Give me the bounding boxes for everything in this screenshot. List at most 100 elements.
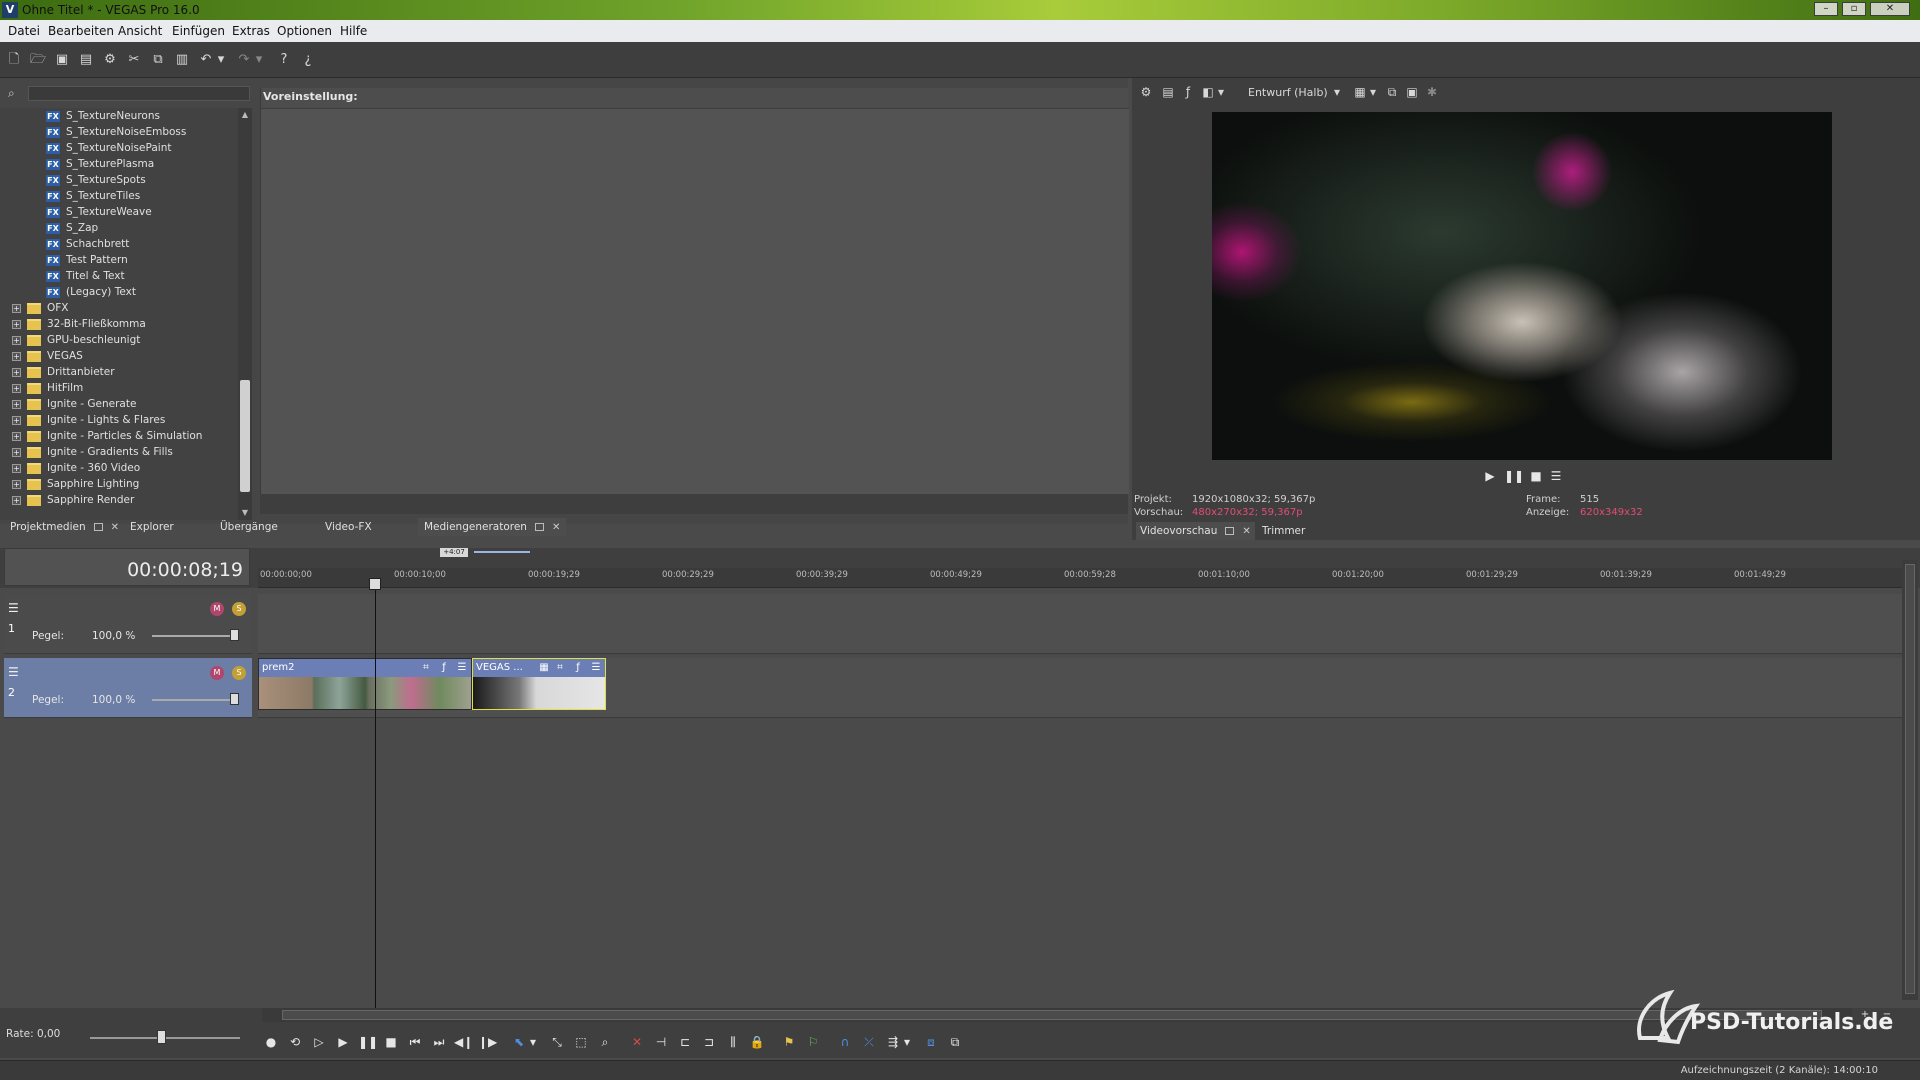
track-header-2[interactable]: ☰ 2 M S Pegel: 100,0 % (4, 658, 252, 718)
playhead-line[interactable] (375, 588, 376, 1008)
menu-ansicht[interactable]: Ansicht (118, 24, 162, 38)
auto-crossfade-icon[interactable]: ⤫ (860, 1033, 878, 1051)
expand-plus-icon[interactable]: + (12, 447, 21, 457)
tree-folder[interactable]: + Ignite - Generate (12, 398, 136, 414)
tree-item[interactable]: FX Schachbrett (46, 238, 129, 254)
event-fx-icon[interactable]: ƒ (571, 661, 585, 675)
tree-item[interactable]: FX (Legacy) Text (46, 286, 136, 302)
redo-icon[interactable]: ↷ (236, 52, 252, 68)
expand-plus-icon[interactable]: + (12, 479, 21, 489)
pause-icon[interactable]: ❚❚ (1504, 468, 1524, 484)
normal-edit-tool-icon[interactable]: ⬉ (510, 1033, 528, 1051)
close-icon[interactable]: ✕ (552, 522, 560, 533)
timeline-horizontal-scrollbar[interactable] (262, 1008, 1852, 1022)
trim-end-icon[interactable]: ⊐ (700, 1033, 718, 1051)
play-from-start-icon[interactable]: ▷ (310, 1033, 328, 1051)
tree-item[interactable]: FX S_TextureSpots (46, 174, 146, 190)
tree-folder[interactable]: + Drittanbieter (12, 366, 115, 382)
overlays-grid-icon[interactable]: ▦ (1352, 84, 1368, 100)
tree-folder[interactable]: + VEGAS (12, 350, 83, 366)
level-slider[interactable] (152, 699, 232, 701)
expand-plus-icon[interactable]: + (12, 303, 21, 313)
expand-plus-icon[interactable]: + (12, 495, 21, 505)
insert-marker-icon[interactable]: ⚑ (780, 1033, 798, 1051)
close-button[interactable]: ✕ (1870, 2, 1910, 16)
undock-icon[interactable] (1225, 527, 1235, 535)
tree-folder[interactable]: + Ignite - 360 Video (12, 462, 140, 478)
expand-plus-icon[interactable]: + (12, 415, 21, 425)
whats-this-help-icon[interactable]: ¿ (300, 52, 316, 68)
ripple-dropdown-icon[interactable]: ▾ (902, 1033, 912, 1051)
go-to-start-icon[interactable]: ⏮ (406, 1033, 424, 1051)
undo-dropdown-icon[interactable]: ▾ (216, 52, 226, 68)
tree-folder[interactable]: + Ignite - Gradients & Fills (12, 446, 173, 462)
level-slider-knob[interactable] (230, 693, 239, 705)
scroll-up-icon[interactable]: ▲ (238, 108, 252, 122)
tree-item[interactable]: FX S_TextureNoisePaint (46, 142, 171, 158)
preview-device-icon[interactable]: ▤ (1160, 84, 1176, 100)
preview-quality-select[interactable]: Entwurf (Halb) (1248, 86, 1328, 99)
expand-plus-icon[interactable]: + (12, 463, 21, 473)
envelope-tool-icon[interactable]: ⤡ (548, 1033, 566, 1051)
tab-video-fx[interactable]: Video-FX (325, 518, 372, 536)
tree-search-input[interactable] (28, 86, 250, 101)
loop-playback-icon[interactable]: ⟲ (286, 1033, 304, 1051)
split-icon[interactable]: ⫼ (724, 1033, 742, 1051)
track-header-1[interactable]: ☰ 1 M S Pegel: 100,0 % (4, 594, 252, 654)
insert-region-icon[interactable]: ⚐ (804, 1033, 822, 1051)
tree-folder[interactable]: +32-Bit-Fließkomma (12, 318, 146, 334)
play-icon[interactable]: ▶ (1482, 468, 1498, 484)
expand-plus-icon[interactable]: + (12, 351, 21, 361)
track-menu-icon[interactable]: ☰ (8, 666, 22, 678)
copy-snapshot-icon[interactable]: ⧉ (1384, 84, 1400, 100)
tree-folder[interactable]: + Sapphire Render (12, 494, 134, 510)
pan-crop-icon[interactable]: ⌗ (419, 661, 433, 675)
tab-mediengeneratoren[interactable]: Mediengeneratoren ✕ (418, 518, 567, 536)
pause-icon[interactable]: ❚❚ (358, 1033, 378, 1051)
expand-plus-icon[interactable]: + (12, 319, 21, 329)
maximize-button[interactable]: ▫ (1842, 2, 1866, 16)
copy-icon[interactable]: ⧉ (150, 52, 166, 68)
preset-list[interactable] (261, 108, 1129, 494)
scrollbar-thumb[interactable] (282, 1010, 1822, 1020)
save-snapshot-icon[interactable]: ▣ (1404, 84, 1420, 100)
solo-icon[interactable]: S (232, 602, 246, 616)
help-icon[interactable]: ? (276, 52, 292, 68)
menu-einfuegen[interactable]: Einfügen (172, 24, 225, 38)
tree-folder[interactable]: + Ignite - Particles & Simulation (12, 430, 202, 446)
tree-item[interactable]: FX S_TexturePlasma (46, 158, 154, 174)
lock-envelopes-icon[interactable]: ⧈ (922, 1033, 940, 1051)
snapping-magnet-icon[interactable]: ∩ (836, 1033, 854, 1051)
new-file-icon[interactable]: 🗋 (6, 52, 22, 68)
auto-ripple-icon[interactable]: ⇶ (884, 1033, 902, 1051)
video-clip-vegas-generator[interactable]: VEGAS ... ▦ ⌗ ƒ ☰ (472, 658, 606, 710)
menu-extras[interactable]: Extras (232, 24, 270, 38)
tab-projektmedien[interactable]: Projektmedien ✕ (10, 518, 119, 536)
stop-icon[interactable]: ■ (382, 1033, 400, 1051)
scrollbar-thumb[interactable] (1905, 564, 1915, 994)
split-screen-icon[interactable]: ◧ (1200, 84, 1216, 100)
zoom-tool-icon[interactable]: ⌕ (596, 1033, 614, 1051)
tree-scrollbar[interactable]: ▲ ▼ (238, 108, 252, 520)
solo-icon[interactable]: S (232, 666, 246, 680)
tree-folder[interactable]: + GPU-beschleunigt (12, 334, 140, 350)
lock-icon[interactable]: 🔒 (748, 1033, 766, 1051)
loop-region-badge[interactable]: +4:07 (440, 548, 468, 557)
tree-folder[interactable]: + Sapphire Lighting (12, 478, 139, 494)
close-icon[interactable]: ✕ (111, 522, 119, 533)
tree-item[interactable]: FX S_TextureNeurons (46, 110, 160, 126)
clip-menu-icon[interactable]: ☰ (455, 661, 469, 675)
undock-icon[interactable] (534, 523, 544, 531)
minimize-button[interactable]: – (1814, 2, 1838, 16)
tree-item[interactable]: FX S_TextureTiles (46, 190, 140, 206)
next-frame-icon[interactable]: ❙▶ (478, 1033, 497, 1051)
expand-plus-icon[interactable]: + (12, 335, 21, 345)
split-dropdown-icon[interactable]: ▾ (1216, 84, 1226, 100)
properties-gear-icon[interactable]: ⚙ (102, 52, 118, 68)
rate-slider-knob[interactable] (157, 1030, 166, 1044)
mute-icon[interactable]: M (210, 602, 224, 616)
preview-menu-icon[interactable]: ☰ (1548, 468, 1564, 484)
loop-region-bar[interactable] (474, 551, 530, 553)
tree-folder[interactable]: + HitFilm (12, 382, 83, 398)
tree-item[interactable]: FX S_Zap (46, 222, 98, 238)
